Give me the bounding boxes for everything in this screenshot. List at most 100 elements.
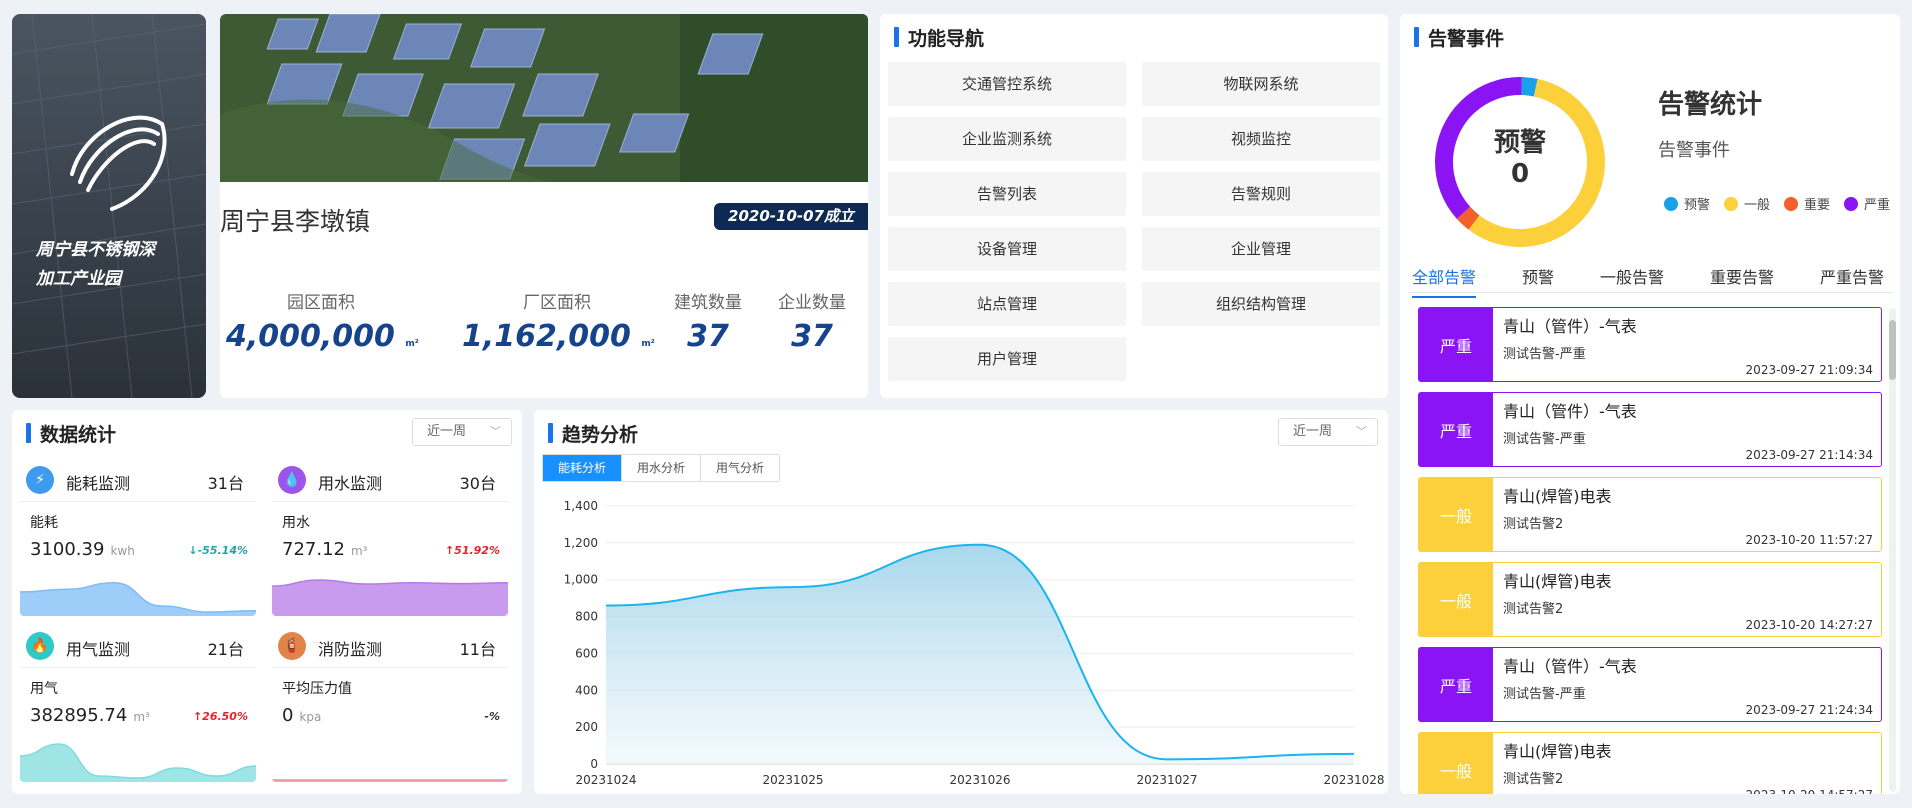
trend-tabs: 能耗分析 用水分析 用气分析 <box>542 454 781 482</box>
metric-value: 3100.39 <box>30 539 105 560</box>
trend-range-select[interactable]: 近一周 ﹀ <box>1278 418 1378 446</box>
metric-value: 382895.74 <box>30 705 128 726</box>
metric-unit: m³ <box>133 710 150 724</box>
nav-site-management[interactable]: 站点管理 <box>888 282 1126 326</box>
monitor-card-energy: ⚡ 能耗监测 31台 能耗 3100.39 kwh ↓-55.14% <box>20 460 256 616</box>
legend-dot <box>1784 196 1799 211</box>
card-title: 消防监测 <box>318 640 383 659</box>
alarm-body: 青山(焊管)电表 测试告警2 2023-10-20 14:27:27 <box>1493 563 1881 636</box>
legend-label: 预警 <box>1684 198 1711 213</box>
y-tick-label: 400 <box>575 683 598 697</box>
nav-traffic-control[interactable]: 交通管控系统 <box>888 62 1126 106</box>
tab-water-analysis[interactable]: 用水分析 <box>622 455 702 481</box>
sparkline-wave <box>20 743 256 782</box>
sparkline-wave <box>20 582 256 616</box>
alarm-device-name: 青山（管件）-气表 <box>1503 402 1637 421</box>
x-tick-label: 20231027 <box>1136 773 1197 787</box>
nav-enterprise-management[interactable]: 企业管理 <box>1142 227 1380 271</box>
legend-label: 重要 <box>1804 198 1831 213</box>
alarm-list-scrollbar[interactable] <box>1889 308 1896 792</box>
scrollbar-thumb[interactable] <box>1889 320 1896 380</box>
metric-unit: m³ <box>350 544 368 558</box>
building-count-stat: 建筑数量 37 <box>668 288 748 354</box>
nav-alarm-rules[interactable]: 告警规则 <box>1142 172 1380 216</box>
park-hero-image <box>220 14 868 182</box>
x-tick-label: 20231024 <box>575 773 636 787</box>
alarm-device-name: 青山（管件）-气表 <box>1503 317 1637 336</box>
alarm-item[interactable]: 严重 青山（管件）-气表 测试告警-严重 2023-09-27 21:14:34 <box>1418 392 1882 467</box>
legend-item-warning[interactable]: 预警 <box>1664 194 1710 213</box>
legend-item-important[interactable]: 重要 <box>1784 194 1830 213</box>
trend-panel: 趋势分析 近一周 ﹀ 能耗分析 用水分析 用气分析 0 200 400 600 800 1,… <box>534 410 1388 794</box>
sparkline-area <box>20 582 256 616</box>
metric-label: 平均压力值 <box>282 681 352 697</box>
alarm-level-badge: 一般 <box>1419 733 1493 794</box>
gas-icon: 🔥 <box>26 632 54 660</box>
nav-org-structure[interactable]: 组织结构管理 <box>1142 282 1380 326</box>
alarm-panel: 告警事件 预警 0 告警统计 告警事件 预警 一般 重要 严重 全部告警 预警 … <box>1400 14 1900 794</box>
metric-unit: kwh <box>110 544 135 558</box>
monitor-card-water: 💧 用水监测 30台 用水 727.12 m³ ↑51.92% <box>272 460 508 616</box>
nav-iot-system[interactable]: 物联网系统 <box>1142 62 1380 106</box>
tab-gas-analysis[interactable]: 用气分析 <box>701 455 779 481</box>
alarm-item[interactable]: 一般 青山(焊管)电表 测试告警2 2023-10-20 14:57:27 <box>1418 732 1882 794</box>
sparkline-wave <box>272 779 508 782</box>
nav-device-management[interactable]: 设备管理 <box>888 227 1126 271</box>
stat-label: 建筑数量 <box>674 293 742 313</box>
donut-center: 预警 0 <box>1430 122 1610 189</box>
alarm-item[interactable]: 一般 青山(焊管)电表 测试告警2 2023-10-20 14:27:27 <box>1418 562 1882 637</box>
panel-title: 功能导航 <box>894 24 984 51</box>
nav-user-management[interactable]: 用户管理 <box>888 337 1126 381</box>
card-title: 能耗监测 <box>66 474 131 493</box>
alarm-description: 测试告警2 <box>1503 772 1564 787</box>
card-title: 用气监测 <box>66 640 131 659</box>
alarm-description: 测试告警-严重 <box>1503 432 1586 447</box>
park-logo-text: 周宁县不锈钢深 <box>36 240 155 260</box>
metric-label: 能耗 <box>30 515 58 531</box>
change-percent: -% <box>484 710 500 723</box>
alarm-item[interactable]: 严重 青山（管件）-气表 测试告警-严重 2023-09-27 21:24:34 <box>1418 647 1882 722</box>
sparkline-wave <box>272 579 508 616</box>
alarm-description: 测试告警2 <box>1503 517 1564 532</box>
alarm-item[interactable]: 一般 青山(焊管)电表 测试告警2 2023-10-20 11:57:27 <box>1418 477 1882 552</box>
tab-energy-analysis[interactable]: 能耗分析 <box>543 455 623 481</box>
alarm-description: 测试告警-严重 <box>1503 687 1586 702</box>
nav-alarm-list[interactable]: 告警列表 <box>888 172 1126 216</box>
energy-icon: ⚡ <box>26 466 54 494</box>
stat-label: 企业数量 <box>778 293 846 313</box>
alarm-item[interactable]: 严重 青山（管件）-气表 测试告警-严重 2023-09-27 21:09:34 <box>1418 307 1882 382</box>
alarm-body: 青山（管件）-气表 测试告警-严重 2023-09-27 21:24:34 <box>1493 648 1881 721</box>
x-tick-label: 20231028 <box>1323 773 1384 787</box>
nav-video-surveillance[interactable]: 视频监控 <box>1142 117 1380 161</box>
data-stats-range-select[interactable]: 近一周 ﹀ <box>412 418 512 446</box>
alarm-body: 青山(焊管)电表 测试告警2 2023-10-20 11:57:27 <box>1493 478 1881 551</box>
stat-value: 1,162,000 <box>462 319 631 354</box>
legend-item-severe[interactable]: 严重 <box>1844 194 1890 213</box>
monitor-card-fire: 🧯 消防监测 11台 平均压力值 0 kpa -% <box>272 626 508 782</box>
stat-unit: m² <box>405 339 419 349</box>
alarm-level-badge: 一般 <box>1419 563 1493 636</box>
legend-label: 严重 <box>1864 198 1891 213</box>
alarm-timestamp: 2023-10-20 14:27:27 <box>1745 618 1873 632</box>
legend-item-normal[interactable]: 一般 <box>1724 194 1770 213</box>
trend-area-chart: 0 200 400 600 800 1,000 1,200 1,400 20231024 2023… <box>564 499 1385 787</box>
chevron-down-icon: ﹀ <box>1356 425 1367 438</box>
stat-value: 37 <box>791 319 833 354</box>
y-tick-label: 200 <box>575 720 598 734</box>
device-count: 31台 <box>207 474 244 493</box>
panel-title: 数据统计 <box>26 420 116 447</box>
enterprise-count-stat: 企业数量 37 <box>772 288 852 354</box>
metric-label: 用气 <box>30 681 58 697</box>
park-name: 周宁县李墩镇 <box>220 207 371 236</box>
alarm-stat-subtitle: 告警事件 <box>1658 140 1730 161</box>
metric-unit: kpa <box>299 710 322 724</box>
alarm-device-name: 青山(焊管)电表 <box>1503 742 1612 761</box>
y-tick-label: 1,200 <box>564 536 598 550</box>
panel-title: 趋势分析 <box>548 420 638 447</box>
factory-area-stat: 厂区面积 1,162,000 m² <box>462 288 655 354</box>
fire-icon: 🧯 <box>278 632 306 660</box>
alarm-level-badge: 严重 <box>1419 393 1493 466</box>
donut-value: 0 <box>1510 159 1530 189</box>
nav-enterprise-monitoring[interactable]: 企业监测系统 <box>888 117 1126 161</box>
legend-dot <box>1664 196 1678 211</box>
